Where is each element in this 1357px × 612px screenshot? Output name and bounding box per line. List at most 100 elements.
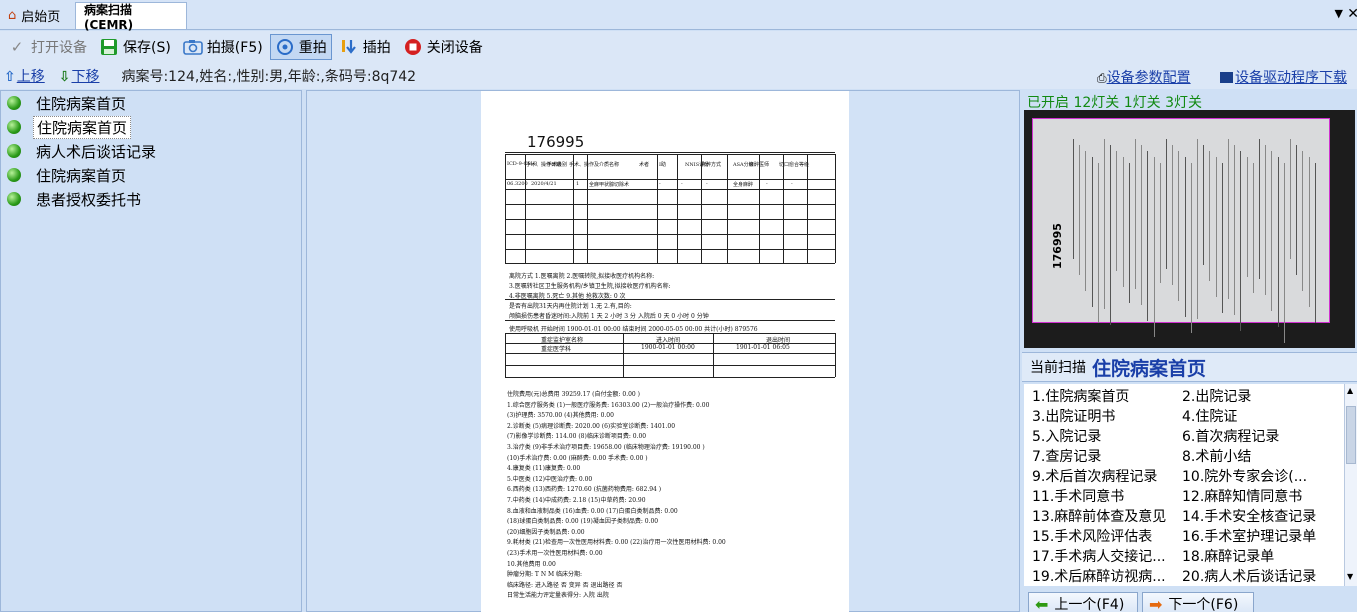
right-panel: 已开启 12灯关 1灯关 3灯关 176995 当前扫描 住院病案首页 1.住院… bbox=[1022, 90, 1357, 612]
device-status: 已开启 12灯关 1灯关 3灯关 bbox=[1027, 95, 1202, 111]
tab-case-scan-label: 病案扫描(CEMR) bbox=[84, 2, 134, 32]
status-dot-icon bbox=[7, 168, 21, 182]
scanned-pages-list: 住院病案首页 住院病案首页 病人术后谈话记录 住院病案首页 患者授权委托书 bbox=[0, 90, 302, 612]
icu-cell: 1900-01-01 00:00 bbox=[641, 344, 695, 351]
scroll-up-icon[interactable]: ▲ bbox=[1347, 386, 1353, 395]
list-item[interactable]: 病人术后谈话记录 bbox=[1, 139, 301, 163]
status-dot-icon bbox=[7, 192, 21, 206]
camera-preview[interactable]: 176995 bbox=[1024, 110, 1355, 348]
cell: - bbox=[659, 181, 661, 187]
fee-line: 5.中医类 (12)中医治疗费: 0.00 bbox=[507, 475, 593, 483]
fee-line: 临床路径: 进入路径 否 变异 否 退出路径 否 bbox=[507, 581, 623, 589]
arrow-up-icon: ⇧ bbox=[4, 69, 16, 85]
device-config-link[interactable]: ⎙设备参数配置 bbox=[1097, 67, 1191, 87]
close-device-button[interactable]: 关闭设备 bbox=[398, 34, 488, 60]
printer-icon: ⎙ bbox=[1097, 71, 1107, 85]
tab-case-scan[interactable]: 病案扫描(CEMR) bbox=[75, 2, 187, 32]
tab-home-label: 启始页 bbox=[21, 10, 61, 25]
doc-type-item[interactable]: 4.住院证 bbox=[1182, 406, 1237, 426]
capture-button[interactable]: 拍摄(F5) bbox=[178, 34, 268, 60]
fee-line: 6.西药类 (13)西药费: 1270.60 (抗菌药物费用: 682.94 ) bbox=[507, 486, 662, 494]
move-down-link[interactable]: ⇩下移 bbox=[59, 66, 100, 86]
open-device-button[interactable]: ✓ 打开设备 bbox=[2, 34, 92, 60]
doc-type-item[interactable]: 12.麻醉知情同意书 bbox=[1182, 486, 1302, 506]
doc-line: 是否有出院31天内再住院计划 1.无 2.有,目的: bbox=[509, 303, 632, 310]
fee-line: 住院费用(元)总费用 39259.17 (自付金额: 0.00 ) bbox=[507, 391, 641, 398]
document-type-scrollbar[interactable]: ▲ ▼ bbox=[1344, 384, 1357, 586]
toolbar: ✓ 打开设备 保存(S) 拍摄(F5) 重拍 插拍 关闭设备 bbox=[0, 31, 1357, 63]
doc-type-item[interactable]: 18.麻醉记录单 bbox=[1182, 546, 1274, 566]
cell: - bbox=[706, 181, 708, 187]
document-viewer[interactable]: 176995 ICD-9-CM-3 手术、操作日期 手术级别 手术、操作及介质名称 术者… bbox=[306, 90, 1020, 612]
fee-line: 4.康复类 (11)康复费: 0.00 bbox=[507, 465, 581, 473]
header-cell: 手术级别 bbox=[547, 162, 568, 168]
home-icon: ⌂ bbox=[8, 8, 17, 23]
status-dot-icon bbox=[7, 96, 21, 110]
current-scan-value: 住院病案首页 bbox=[1092, 357, 1207, 380]
doc-type-item[interactable]: 13.麻醉前体查及意见 bbox=[1032, 506, 1166, 526]
patient-info: 病案号:124,姓名:,性别:男,年龄:,条码号:8q742 bbox=[121, 69, 417, 85]
stop-icon bbox=[403, 37, 423, 57]
preview-page-number: 176995 bbox=[1051, 223, 1064, 269]
doc-line: 颅脑损伤患者昏迷时间:入院前 1 天 2 小时 3 分 入院后 0 天 0 小时… bbox=[509, 313, 709, 320]
refresh-icon bbox=[275, 37, 295, 57]
doc-type-item[interactable]: 5.入院记录 bbox=[1032, 426, 1101, 446]
doc-type-item[interactable]: 19.术后麻醉访视病... bbox=[1032, 566, 1166, 586]
status-dot-icon bbox=[7, 144, 21, 158]
doc-type-item[interactable]: 16.手术室护理记录单 bbox=[1182, 526, 1316, 546]
prev-label: 上一个(F4) bbox=[1054, 597, 1125, 612]
doc-type-item[interactable]: 15.手术风险评估表 bbox=[1032, 526, 1152, 546]
document-number: 176995 bbox=[527, 133, 585, 151]
header-cell: 麻醉方式 bbox=[701, 162, 722, 168]
doc-type-item[interactable]: 3.出院证明书 bbox=[1032, 406, 1115, 426]
device-config-label: 设备参数配置 bbox=[1106, 70, 1191, 86]
icu-cell: 1901-01-01 06:05 bbox=[736, 344, 790, 351]
preview-document: 176995 bbox=[1032, 118, 1330, 343]
scrollbar-thumb[interactable] bbox=[1346, 406, 1356, 464]
doc-type-item[interactable]: 9.术后首次病程记录 bbox=[1032, 466, 1157, 486]
doc-type-item[interactable]: 17.手术病人交接记... bbox=[1032, 546, 1166, 566]
insert-arrow-icon bbox=[339, 37, 359, 57]
doc-type-item[interactable]: 1.住院病案首页 bbox=[1032, 386, 1129, 406]
chevron-down-icon[interactable]: ▼ bbox=[1335, 7, 1343, 20]
reshoot-button[interactable]: 重拍 bbox=[269, 34, 332, 60]
doc-type-item[interactable]: 6.首次病程记录 bbox=[1182, 426, 1279, 446]
tab-home[interactable]: ⌂ 启始页 bbox=[0, 2, 74, 29]
scanned-document: 176995 ICD-9-CM-3 手术、操作日期 手术级别 手术、操作及介质名称 术者… bbox=[481, 91, 849, 612]
move-up-link[interactable]: ⇧上移 bbox=[4, 66, 45, 86]
doc-type-item[interactable]: 8.术前小结 bbox=[1182, 446, 1251, 466]
fee-line: 7.中药类 (14)中成药费: 2.18 (15)中草药费: 20.90 bbox=[507, 497, 646, 504]
next-button[interactable]: ➡ 下一个(F6) bbox=[1142, 592, 1254, 612]
doc-type-item[interactable]: 11.手术同意书 bbox=[1032, 486, 1124, 506]
list-item[interactable]: 患者授权委托书 bbox=[1, 187, 301, 211]
cell: - bbox=[766, 181, 768, 187]
close-icon[interactable]: ✕ bbox=[1347, 6, 1357, 22]
driver-download-link[interactable]: 设备驱动程序下载 bbox=[1220, 67, 1347, 87]
fee-line: (3)护理费: 3570.00 (4)其他费用: 0.00 bbox=[507, 412, 614, 420]
status-dot-icon bbox=[7, 120, 21, 134]
cell: 全身麻醉 bbox=[733, 182, 754, 188]
save-button[interactable]: 保存(S) bbox=[94, 34, 176, 60]
camera-icon bbox=[183, 37, 203, 57]
doc-type-item[interactable]: 14.手术安全核查记录 bbox=[1182, 506, 1316, 526]
scroll-down-icon[interactable]: ▼ bbox=[1347, 572, 1353, 581]
list-item[interactable]: 住院病案首页 bbox=[1, 163, 301, 187]
header-cell: 术者 bbox=[639, 162, 650, 168]
doc-type-item[interactable]: 20.病人术后谈话记录 bbox=[1182, 566, 1316, 586]
fee-line: 2.诊断类 (5)病理诊断费: 2020.00 (6)实验室诊断费: 1401.… bbox=[507, 422, 676, 430]
list-item[interactable]: 住院病案首页 bbox=[1, 115, 301, 139]
close-device-label: 关闭设备 bbox=[426, 40, 483, 56]
header-cell: 手术、操作及介质名称 bbox=[569, 162, 620, 168]
move-up-label: 上移 bbox=[16, 69, 45, 85]
doc-type-item[interactable]: 2.出院记录 bbox=[1182, 386, 1251, 406]
insert-shot-button[interactable]: 插拍 bbox=[334, 34, 396, 60]
prev-button[interactable]: ⬅ 上一个(F4) bbox=[1028, 592, 1138, 612]
doc-type-item[interactable]: 10.院外专家会诊(... bbox=[1182, 466, 1307, 486]
icu-cell: 重症医学科 bbox=[541, 346, 572, 353]
fee-line: 10.其他费用 0.00 bbox=[507, 560, 556, 568]
list-item[interactable]: 住院病案首页 bbox=[1, 91, 301, 115]
doc-type-item[interactable]: 7.查房记录 bbox=[1032, 446, 1101, 466]
cell: - bbox=[791, 181, 793, 187]
fee-line: 9.耗材类 (21)检查用一次性医用材料费: 0.00 (22)治疗用一次性医用… bbox=[507, 539, 726, 547]
fee-line: 肿瘤分期: T N M 临床分期: bbox=[507, 571, 583, 579]
